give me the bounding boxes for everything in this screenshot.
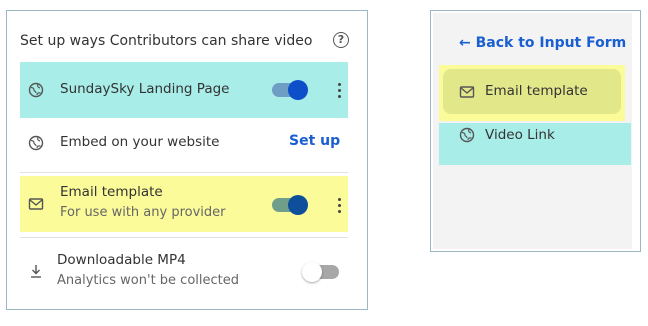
nav-item-email-template[interactable]: Email template [443, 69, 621, 114]
share-options-panel: Set up ways Contributors can share video… [6, 10, 368, 310]
option-title: Email template [60, 184, 163, 200]
nav-item-video-link[interactable]: Video Link [439, 123, 631, 165]
toggle-knob [302, 262, 322, 282]
toggle-knob [288, 195, 308, 215]
mp4-toggle[interactable] [302, 262, 339, 282]
option-title: SundaySky Landing Page [60, 81, 230, 97]
more-options-icon[interactable] [338, 83, 342, 101]
arrow-left-icon: ← [459, 35, 471, 51]
option-subtitle: For use with any provider [60, 205, 226, 220]
globe-icon [28, 135, 44, 151]
navigation-panel: ← Back to Input Form Email template Vide… [430, 10, 641, 252]
option-title: Downloadable MP4 [57, 252, 186, 268]
option-row-email-template: Email template For use with any provider [20, 176, 348, 232]
option-title: Embed on your website [60, 134, 220, 150]
panel-title: Set up ways Contributors can share video [20, 33, 313, 49]
back-link-label: Back to Input Form [475, 35, 627, 51]
email-template-toggle[interactable] [272, 195, 308, 215]
toggle-knob [288, 80, 308, 100]
option-row-embed: Embed on your website Set up [20, 119, 348, 173]
divider [20, 172, 348, 173]
help-icon[interactable]: ? [333, 32, 349, 48]
globe-icon [28, 82, 44, 98]
back-to-input-form-link[interactable]: ← Back to Input Form [459, 35, 626, 51]
nav-item-label: Email template [485, 83, 588, 99]
globe-icon [459, 127, 475, 143]
nav-panel-body: ← Back to Input Form Email template Vide… [433, 13, 632, 249]
download-icon [28, 263, 44, 279]
option-subtitle: Analytics won't be collected [57, 273, 239, 288]
more-options-icon[interactable] [338, 198, 342, 216]
nav-item-label: Video Link [485, 127, 555, 143]
envelope-icon [28, 196, 44, 212]
set-up-link[interactable]: Set up [289, 133, 340, 149]
divider [20, 237, 348, 238]
option-row-mp4: Downloadable MP4 Analytics won't be coll… [20, 241, 348, 301]
envelope-icon [459, 84, 475, 100]
landing-page-toggle[interactable] [272, 80, 308, 100]
option-row-landing-page: SundaySky Landing Page [20, 62, 348, 118]
